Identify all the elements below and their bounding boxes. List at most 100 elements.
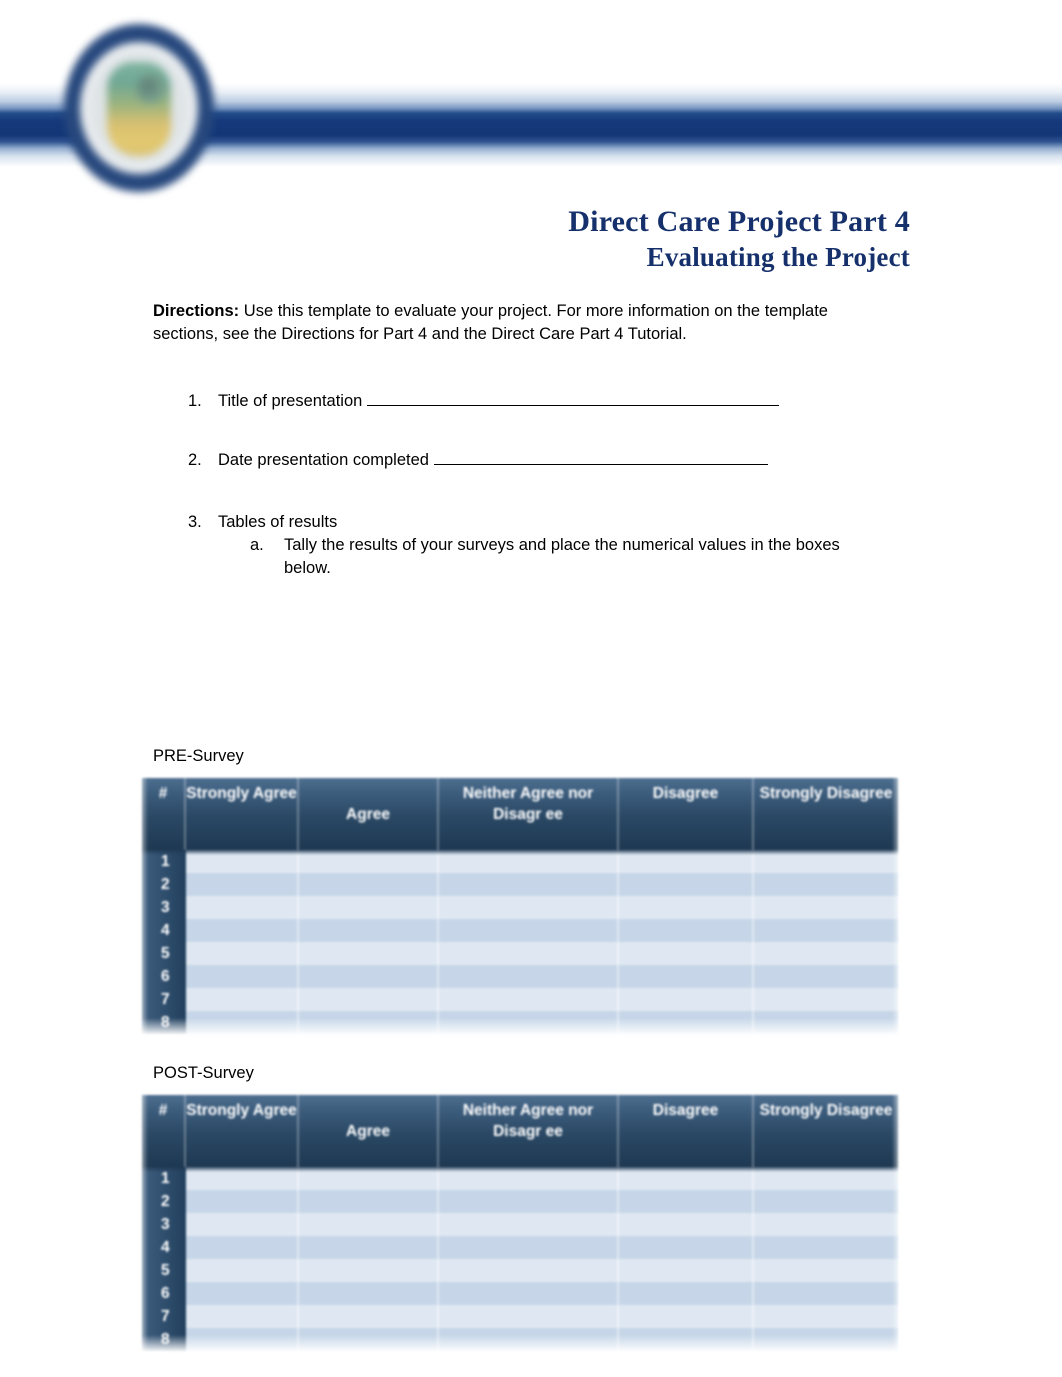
cell-strongly-disagree[interactable] xyxy=(754,942,898,965)
cell-strongly-disagree[interactable] xyxy=(754,1011,898,1034)
cell-disagree[interactable] xyxy=(619,896,754,919)
cell-disagree[interactable] xyxy=(619,1328,754,1351)
cell-neither[interactable] xyxy=(439,919,619,942)
date-completed-blank-field[interactable] xyxy=(433,450,768,465)
cell-strongly-disagree[interactable] xyxy=(754,919,898,942)
cell-strongly-disagree[interactable] xyxy=(754,1167,898,1190)
table-row[interactable]: 8 xyxy=(142,1011,898,1034)
cell-strongly-agree[interactable] xyxy=(186,873,299,896)
table-row[interactable]: 4 xyxy=(142,1236,898,1259)
cell-agree[interactable] xyxy=(299,1305,439,1328)
cell-disagree[interactable] xyxy=(619,850,754,873)
cell-disagree[interactable] xyxy=(619,965,754,988)
cell-neither[interactable] xyxy=(439,1011,619,1034)
cell-neither[interactable] xyxy=(439,850,619,873)
cell-strongly-agree[interactable] xyxy=(186,1167,299,1190)
cell-strongly-disagree[interactable] xyxy=(754,873,898,896)
cell-strongly-agree[interactable] xyxy=(186,1190,299,1213)
cell-neither[interactable] xyxy=(439,1190,619,1213)
table-row[interactable]: 6 xyxy=(142,1282,898,1305)
cell-strongly-disagree[interactable] xyxy=(754,988,898,1011)
cell-disagree[interactable] xyxy=(619,1167,754,1190)
cell-strongly-agree[interactable] xyxy=(186,1236,299,1259)
cell-strongly-disagree[interactable] xyxy=(754,850,898,873)
cell-agree[interactable] xyxy=(299,873,439,896)
cell-strongly-disagree[interactable] xyxy=(754,1190,898,1213)
cell-agree[interactable] xyxy=(299,1259,439,1282)
cell-strongly-disagree[interactable] xyxy=(754,1213,898,1236)
cell-strongly-agree[interactable] xyxy=(186,965,299,988)
cell-strongly-agree[interactable] xyxy=(186,850,299,873)
cell-strongly-disagree[interactable] xyxy=(754,1328,898,1351)
cell-agree[interactable] xyxy=(299,1190,439,1213)
cell-agree[interactable] xyxy=(299,1328,439,1351)
table-row[interactable]: 8 xyxy=(142,1328,898,1351)
cell-neither[interactable] xyxy=(439,1236,619,1259)
table-row[interactable]: 7 xyxy=(142,988,898,1011)
cell-disagree[interactable] xyxy=(619,942,754,965)
cell-disagree[interactable] xyxy=(619,1282,754,1305)
cell-strongly-agree[interactable] xyxy=(186,988,299,1011)
table-row[interactable]: 1 xyxy=(142,1167,898,1190)
cell-disagree[interactable] xyxy=(619,919,754,942)
cell-agree[interactable] xyxy=(299,1282,439,1305)
cell-neither[interactable] xyxy=(439,1305,619,1328)
cell-neither[interactable] xyxy=(439,942,619,965)
table-row[interactable]: 3 xyxy=(142,1213,898,1236)
cell-neither[interactable] xyxy=(439,873,619,896)
cell-strongly-agree[interactable] xyxy=(186,919,299,942)
cell-agree[interactable] xyxy=(299,850,439,873)
table-row[interactable]: 3 xyxy=(142,896,898,919)
cell-strongly-disagree[interactable] xyxy=(754,965,898,988)
cell-agree[interactable] xyxy=(299,1236,439,1259)
cell-disagree[interactable] xyxy=(619,988,754,1011)
table-row[interactable]: 5 xyxy=(142,942,898,965)
cell-disagree[interactable] xyxy=(619,1213,754,1236)
cell-disagree[interactable] xyxy=(619,1259,754,1282)
cell-strongly-agree[interactable] xyxy=(186,1011,299,1034)
cell-agree[interactable] xyxy=(299,1167,439,1190)
post-survey-table[interactable]: # Strongly Agree Agree Neither Agree nor… xyxy=(136,1095,904,1351)
cell-strongly-agree[interactable] xyxy=(186,896,299,919)
cell-disagree[interactable] xyxy=(619,1190,754,1213)
cell-agree[interactable] xyxy=(299,988,439,1011)
table-row[interactable]: 2 xyxy=(142,1190,898,1213)
cell-neither[interactable] xyxy=(439,965,619,988)
cell-strongly-agree[interactable] xyxy=(186,1282,299,1305)
cell-disagree[interactable] xyxy=(619,1236,754,1259)
cell-neither[interactable] xyxy=(439,1167,619,1190)
cell-disagree[interactable] xyxy=(619,1305,754,1328)
cell-agree[interactable] xyxy=(299,1213,439,1236)
cell-agree[interactable] xyxy=(299,965,439,988)
cell-strongly-disagree[interactable] xyxy=(754,1305,898,1328)
cell-strongly-disagree[interactable] xyxy=(754,896,898,919)
cell-agree[interactable] xyxy=(299,896,439,919)
table-row[interactable]: 2 xyxy=(142,873,898,896)
cell-neither[interactable] xyxy=(439,1213,619,1236)
cell-strongly-agree[interactable] xyxy=(186,1328,299,1351)
table-row[interactable]: 4 xyxy=(142,919,898,942)
cell-strongly-agree[interactable] xyxy=(186,942,299,965)
title-of-presentation-blank-field[interactable] xyxy=(366,391,779,406)
cell-disagree[interactable] xyxy=(619,1011,754,1034)
cell-agree[interactable] xyxy=(299,1011,439,1034)
cell-strongly-disagree[interactable] xyxy=(754,1282,898,1305)
cell-strongly-disagree[interactable] xyxy=(754,1259,898,1282)
cell-disagree[interactable] xyxy=(619,873,754,896)
cell-agree[interactable] xyxy=(299,919,439,942)
table-row[interactable]: 7 xyxy=(142,1305,898,1328)
table-row[interactable]: 1 xyxy=(142,850,898,873)
cell-strongly-disagree[interactable] xyxy=(754,1236,898,1259)
table-row[interactable]: 6 xyxy=(142,965,898,988)
cell-strongly-agree[interactable] xyxy=(186,1259,299,1282)
cell-neither[interactable] xyxy=(439,896,619,919)
cell-neither[interactable] xyxy=(439,1282,619,1305)
table-row[interactable]: 5 xyxy=(142,1259,898,1282)
cell-strongly-agree[interactable] xyxy=(186,1305,299,1328)
cell-strongly-agree[interactable] xyxy=(186,1213,299,1236)
cell-neither[interactable] xyxy=(439,1259,619,1282)
cell-neither[interactable] xyxy=(439,1328,619,1351)
cell-agree[interactable] xyxy=(299,942,439,965)
pre-survey-table[interactable]: # Strongly Agree Agree Neither Agree nor… xyxy=(136,778,904,1034)
cell-neither[interactable] xyxy=(439,988,619,1011)
